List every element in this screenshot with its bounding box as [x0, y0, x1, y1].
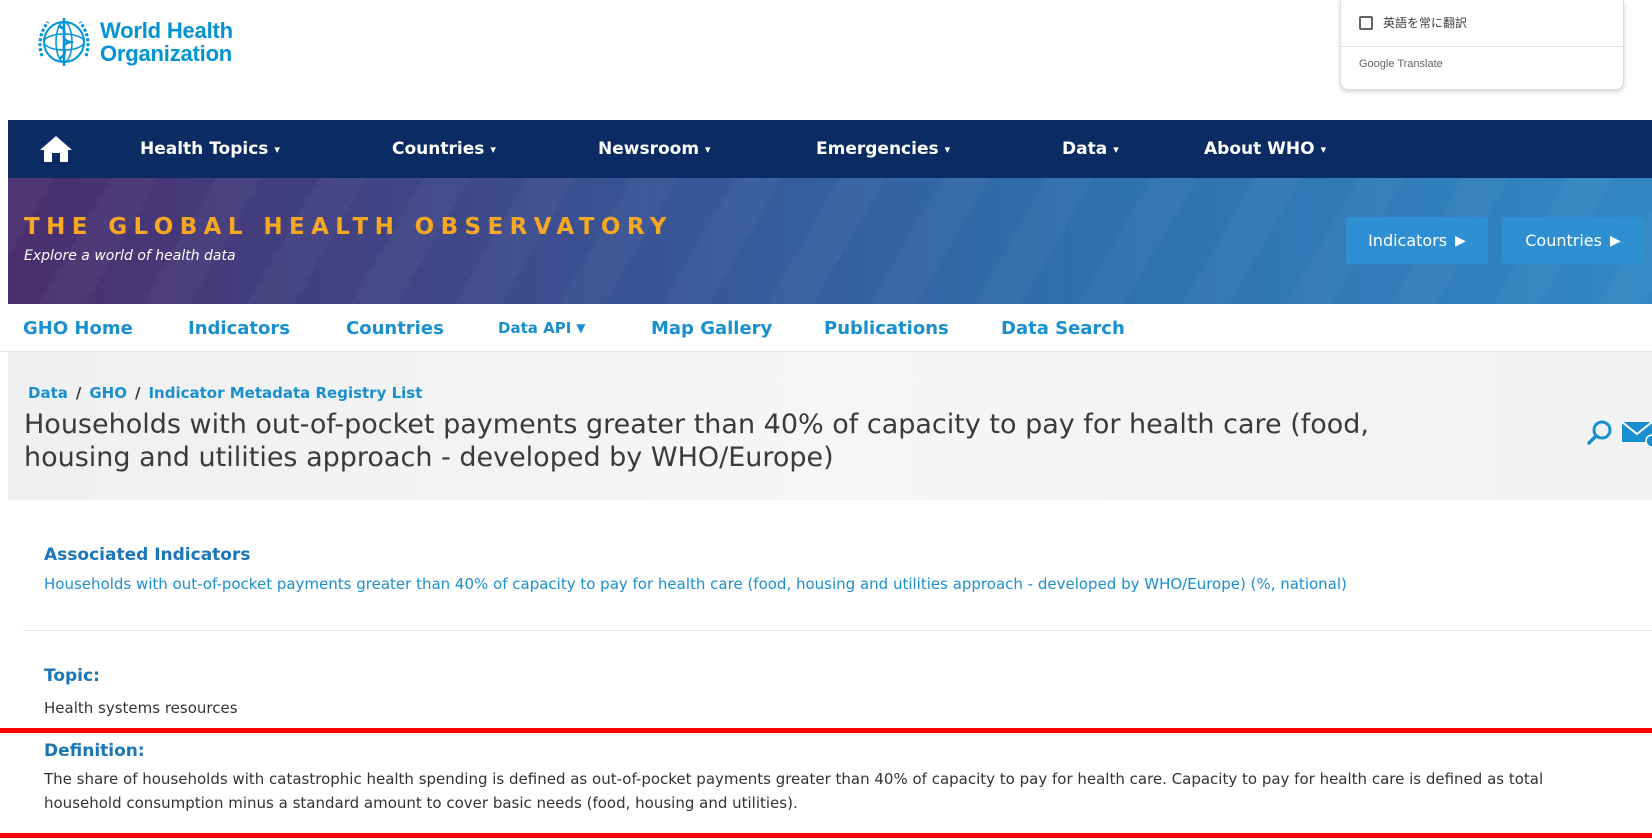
who-emblem-icon — [38, 18, 90, 66]
chevron-down-icon: ▾ — [1113, 142, 1119, 156]
breadcrumb: Data / GHO / Indicator Metadata Registry… — [28, 384, 422, 402]
topic-heading: Topic: — [44, 666, 100, 686]
subnav-publications[interactable]: Publications — [824, 304, 949, 352]
section-divider — [23, 630, 1652, 631]
translate-divider — [1341, 46, 1623, 47]
nav-health-topics-label: Health Topics — [140, 139, 269, 159]
nav-countries-label: Countries — [392, 139, 485, 159]
definition-highlight-box — [0, 728, 1652, 838]
banner-subtitle: Explore a world of health data — [24, 248, 236, 264]
page: World Health Organization 英語を常に翻訳 Google… — [0, 0, 1652, 839]
chevron-down-icon: ▾ — [490, 142, 496, 156]
breadcrumb-gho[interactable]: GHO — [89, 384, 127, 402]
subnav-data-api[interactable]: Data API ▼ — [498, 304, 586, 352]
nav-emergencies[interactable]: Emergencies ▾ — [816, 120, 950, 178]
main-nav: Health Topics ▾ Countries ▾ Newsroom ▾ E… — [8, 120, 1652, 178]
nav-about-who[interactable]: About WHO ▾ — [1204, 120, 1326, 178]
banner-countries-button[interactable]: Countries ▶ — [1502, 217, 1644, 264]
banner-title: THE GLOBAL HEALTH OBSERVATORY — [24, 214, 673, 240]
banner-countries-label: Countries — [1525, 231, 1602, 250]
nav-data[interactable]: Data ▾ — [1062, 120, 1119, 178]
subnav-data-search[interactable]: Data Search — [1001, 304, 1125, 352]
site-header: World Health Organization 英語を常に翻訳 Google… — [0, 0, 1652, 120]
caret-right-icon: ▶ — [1455, 232, 1466, 249]
nav-emergencies-label: Emergencies — [816, 139, 939, 159]
subnav-indicators[interactable]: Indicators — [188, 304, 290, 352]
chevron-down-icon: ▾ — [1320, 142, 1327, 156]
always-translate-checkbox[interactable] — [1359, 15, 1373, 30]
subnav-data-api-label: Data API — [498, 319, 572, 337]
who-wordmark-line2: Organization — [100, 41, 233, 66]
breadcrumb-data[interactable]: Data — [28, 384, 68, 402]
breadcrumb-separator: / — [75, 384, 82, 402]
chevron-down-icon: ▼ — [576, 321, 586, 335]
caret-right-icon: ▶ — [1609, 232, 1621, 249]
nav-data-label: Data — [1062, 139, 1108, 159]
associated-indicators-heading: Associated Indicators — [44, 545, 251, 565]
observatory-banner: THE GLOBAL HEALTH OBSERVATORY Explore a … — [8, 178, 1652, 304]
topic-value: Health systems resources — [44, 699, 238, 717]
subnav-gho-home[interactable]: GHO Home — [23, 304, 133, 352]
chevron-down-icon: ▾ — [944, 142, 951, 156]
banner-indicators-label: Indicators — [1368, 231, 1448, 250]
nav-health-topics[interactable]: Health Topics ▾ — [140, 120, 280, 178]
breadcrumb-registry-list[interactable]: Indicator Metadata Registry List — [148, 384, 422, 402]
subnav-countries[interactable]: Countries — [346, 304, 444, 352]
subnav-map-gallery[interactable]: Map Gallery — [651, 304, 772, 352]
banner-indicators-button[interactable]: Indicators ▶ — [1346, 217, 1488, 264]
home-icon[interactable] — [38, 134, 74, 164]
nav-about-who-label: About WHO — [1204, 139, 1315, 159]
search-icon[interactable] — [1586, 419, 1614, 447]
breadcrumb-separator: / — [134, 384, 141, 402]
email-subscribe-icon[interactable] — [1620, 418, 1652, 448]
who-wordmark-line1: World Health — [100, 18, 233, 43]
chevron-down-icon: ▾ — [274, 142, 280, 156]
nav-newsroom[interactable]: Newsroom ▾ — [598, 120, 711, 178]
page-title-band: Data / GHO / Indicator Metadata Registry… — [8, 352, 1652, 500]
associated-indicators-section: Associated Indicators Households with ou… — [44, 545, 1347, 593]
title-actions — [1586, 418, 1652, 448]
gho-sub-nav: GHO Home Indicators Countries Data API ▼… — [0, 304, 1652, 352]
nav-countries[interactable]: Countries ▾ — [392, 120, 496, 178]
google-translate-brand: Google Translate — [1359, 58, 1443, 70]
google-translate-popup: 英語を常に翻訳 Google Translate — [1340, 0, 1624, 90]
page-title: Households with out-of-pocket payments g… — [24, 409, 1370, 473]
who-wordmark: World Health Organization — [100, 19, 233, 65]
chevron-down-icon: ▾ — [705, 142, 711, 156]
who-logo[interactable]: World Health Organization — [34, 12, 233, 72]
always-translate-option[interactable]: 英語を常に翻訳 — [1359, 14, 1467, 31]
always-translate-label: 英語を常に翻訳 — [1383, 16, 1468, 30]
nav-newsroom-label: Newsroom — [598, 139, 700, 159]
associated-indicator-link[interactable]: Households with out-of-pocket payments g… — [44, 575, 1347, 593]
topic-section: Topic: Health systems resources — [44, 666, 238, 720]
